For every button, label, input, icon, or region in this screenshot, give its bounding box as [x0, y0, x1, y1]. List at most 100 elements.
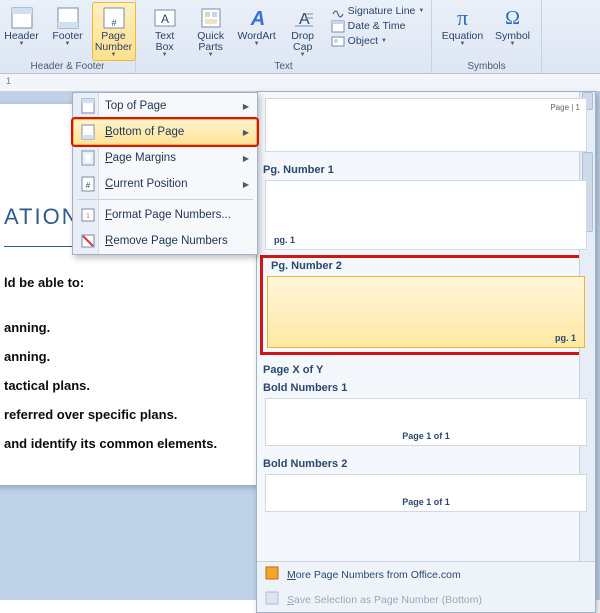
chevron-down-icon: ▼: [510, 41, 516, 47]
gallery-item-pg-number-1[interactable]: pg. 1: [265, 180, 587, 250]
office-icon: [265, 566, 279, 583]
header-icon: [9, 5, 35, 31]
doc-line: referred over specific plans.: [4, 407, 266, 422]
chevron-down-icon: ▼: [460, 41, 466, 47]
format-numbers-icon: 1: [79, 206, 97, 224]
symbol-icon: Ω: [500, 5, 526, 31]
chevron-down-icon: ▼: [254, 41, 260, 47]
more-label: More Page Numbers from Office.com: [287, 569, 461, 581]
date-time-button[interactable]: Date & Time: [331, 19, 425, 33]
page-margins-icon: [79, 149, 97, 167]
svg-text:1: 1: [86, 213, 90, 220]
preview-footer: pg. 1: [274, 235, 295, 245]
page-top-icon: [79, 97, 97, 115]
gallery-item-pg-number-2[interactable]: pg. 1: [267, 276, 585, 348]
signature-label: Signature Line: [348, 5, 416, 17]
text-box-button[interactable]: A Text Box ▼: [143, 2, 187, 61]
group-symbols: π Equation ▼ Ω Symbol ▼ Symbols: [432, 0, 542, 73]
chevron-down-icon: ▼: [65, 41, 71, 47]
gallery-heading-bold2: Bold Numbers 2: [257, 454, 595, 472]
drop-cap-label: Drop Cap: [291, 31, 314, 53]
chevron-down-icon: ▼: [381, 38, 387, 44]
gallery-heading-bold1: Bold Numbers 1: [257, 378, 595, 396]
chevron-down-icon: ▼: [111, 52, 117, 58]
drop-cap-icon: A: [290, 5, 316, 31]
menu-label: Remove Page Numbers: [105, 235, 228, 247]
preview-label: Page | 1: [550, 103, 580, 112]
quick-parts-icon: [198, 5, 224, 31]
text-box-label: Text Box: [155, 31, 174, 53]
menu-remove-page-numbers[interactable]: Remove Page Numbers: [73, 228, 257, 254]
current-position-icon: #: [79, 175, 97, 193]
text-box-icon: A: [152, 5, 178, 31]
chevron-down-icon: ▼: [19, 41, 25, 47]
svg-text:#: #: [86, 181, 91, 190]
more-page-numbers[interactable]: More Page Numbers from Office.com: [257, 562, 595, 587]
date-time-label: Date & Time: [348, 20, 406, 32]
group-label-text: Text: [274, 61, 292, 72]
menu-label: Current Position: [105, 178, 187, 190]
drop-cap-button[interactable]: A Drop Cap ▼: [281, 2, 325, 61]
page-number-label: Page Number: [95, 31, 132, 53]
preview-footer: Page 1 of 1: [402, 431, 450, 441]
highlighted-gallery-item: Pg. Number 2 pg. 1: [263, 258, 589, 352]
doc-line: tactical plans.: [4, 378, 266, 393]
page-number-submenu: Top of Page ▶ Bottom of Page ▶ Page Marg…: [72, 92, 258, 255]
header-button[interactable]: Header ▼: [0, 2, 44, 50]
menu-label: Page Margins: [105, 152, 176, 164]
preview-footer: Page 1 of 1: [402, 497, 450, 507]
svg-text:#: #: [111, 18, 116, 28]
equation-icon: π: [450, 5, 476, 31]
gallery-heading-pagexy: Page X of Y: [257, 360, 595, 378]
signature-icon: [331, 4, 345, 18]
page-number-gallery: Page | 1 Pg. Number 1 pg. 1 Pg. Number 2…: [256, 91, 596, 613]
menu-bottom-of-page[interactable]: Bottom of Page ▶: [73, 119, 257, 145]
doc-line: and identify its common elements.: [4, 436, 266, 451]
quick-parts-label: Quick Parts: [197, 31, 224, 53]
quick-parts-button[interactable]: Quick Parts ▼: [189, 2, 233, 61]
menu-label: Format Page Numbers...: [105, 209, 231, 221]
gallery-heading-pg1: Pg. Number 1: [257, 160, 595, 178]
page-bottom-icon: [79, 123, 97, 141]
menu-current-position[interactable]: # Current Position ▶: [73, 171, 257, 197]
wordart-icon: A: [244, 5, 270, 31]
doc-line: anning.: [4, 349, 266, 364]
remove-numbers-icon: [79, 232, 97, 250]
svg-text:A: A: [161, 12, 169, 26]
gallery-item-page-1[interactable]: Page | 1: [265, 98, 587, 152]
gallery-item-bold-1[interactable]: Page 1 of 1: [265, 398, 587, 446]
chevron-down-icon: ▼: [208, 52, 214, 58]
ruler: 1: [0, 74, 600, 92]
menu-top-of-page[interactable]: Top of Page ▶: [73, 93, 257, 119]
submenu-arrow-icon: ▶: [243, 128, 249, 137]
wordart-button[interactable]: A WordArt ▼: [235, 2, 279, 50]
gallery-item-bold-2[interactable]: Page 1 of 1: [265, 474, 587, 512]
symbol-button[interactable]: Ω Symbol ▼: [490, 2, 536, 50]
gallery-heading-pg2: Pg. Number 2: [265, 260, 587, 274]
gallery-footer: More Page Numbers from Office.com Save S…: [257, 561, 595, 612]
group-text: A Text Box ▼ Quick Parts ▼ A WordArt ▼: [136, 0, 432, 73]
footer-icon: [55, 5, 81, 31]
doc-line: anning.: [4, 320, 266, 335]
object-label: Object: [348, 35, 378, 47]
group-header-footer: Header ▼ Footer ▼ # Page Number ▼ Header…: [0, 0, 136, 73]
ruler-mark: 1: [6, 76, 11, 86]
object-button[interactable]: Object ▼: [331, 34, 425, 48]
page-number-icon: #: [101, 5, 127, 31]
equation-button[interactable]: π Equation ▼: [438, 2, 488, 50]
signature-line-button[interactable]: Signature Line ▼: [331, 4, 425, 18]
ribbon: Header ▼ Footer ▼ # Page Number ▼ Header…: [0, 0, 600, 74]
submenu-arrow-icon: ▶: [243, 102, 249, 111]
preview-footer: pg. 1: [555, 333, 576, 343]
object-icon: [331, 34, 345, 48]
menu-format-page-numbers[interactable]: 1 Format Page Numbers...: [73, 202, 257, 228]
menu-label: Top of Page: [105, 100, 166, 112]
workspace: Top of Page ▶ Bottom of Page ▶ Page Marg…: [0, 92, 600, 600]
page-number-button[interactable]: # Page Number ▼: [92, 2, 136, 61]
footer-button[interactable]: Footer ▼: [46, 2, 90, 50]
group-label-symbols: Symbols: [467, 61, 505, 72]
doc-line: ld be able to:: [4, 275, 266, 290]
date-time-icon: [331, 19, 345, 33]
menu-page-margins[interactable]: Page Margins ▶: [73, 145, 257, 171]
submenu-arrow-icon: ▶: [243, 154, 249, 163]
